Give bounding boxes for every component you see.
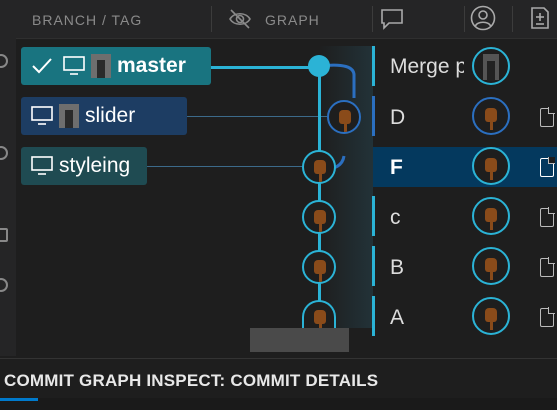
monitor-icon: [31, 156, 53, 175]
graph-commit-node[interactable]: [302, 150, 336, 184]
graph-commit-node[interactable]: [302, 200, 336, 234]
panel-title: COMMIT GRAPH INSPECT: COMMIT DETAILS: [4, 371, 379, 390]
commit-message[interactable]: c: [390, 206, 401, 230]
graph-column-header[interactable]: GRAPH: [265, 12, 320, 28]
author-avatar: [472, 97, 510, 135]
commit-message[interactable]: B: [390, 256, 404, 280]
check-icon: [32, 58, 52, 74]
commit-row-marker: [372, 196, 375, 236]
graph-header: BRANCH / TAG GRAPH: [16, 0, 557, 39]
commit-message[interactable]: D: [390, 106, 405, 130]
graph-commit-node[interactable]: [302, 300, 336, 328]
column-divider[interactable]: [211, 6, 212, 32]
column-divider[interactable]: [464, 6, 465, 32]
author-avatar: [472, 247, 510, 285]
branch-pill-styleing[interactable]: styleing: [21, 147, 147, 185]
branch-pill-slider[interactable]: slider: [21, 97, 187, 135]
activity-icon[interactable]: [0, 228, 8, 242]
branch-label: master: [117, 54, 186, 77]
author-avatar: [472, 147, 510, 185]
commit-message[interactable]: A: [390, 306, 404, 330]
graph-commit-node[interactable]: [302, 250, 336, 284]
branch-label: styleing: [59, 154, 131, 177]
comment-icon[interactable]: [380, 8, 404, 30]
graph-commit-node[interactable]: [327, 100, 361, 134]
activity-icon[interactable]: [0, 54, 8, 68]
account-icon[interactable]: [470, 5, 496, 31]
branch-connector-line: [147, 166, 302, 167]
horizontal-scrollbar[interactable]: [250, 328, 349, 352]
monitor-icon: [63, 56, 85, 75]
panel-title-bar: COMMIT GRAPH INSPECT: COMMIT DETAILS: [0, 358, 557, 399]
column-divider[interactable]: [512, 6, 513, 32]
commit-row-marker: [372, 246, 375, 286]
avatar: [91, 54, 111, 78]
file-icon[interactable]: [540, 107, 555, 127]
diff-icon[interactable]: [530, 6, 550, 30]
eye-off-icon[interactable]: [228, 8, 252, 30]
commit-row-marker: [372, 46, 375, 86]
activity-bar: [0, 0, 16, 356]
file-icon[interactable]: [540, 157, 555, 177]
branch-connector-line: [211, 66, 319, 69]
author-avatar: [472, 197, 510, 235]
active-tab-indicator: [0, 398, 38, 401]
graph-merge-node[interactable]: [308, 55, 330, 77]
bottom-tab-bar: [0, 398, 557, 410]
commit-message[interactable]: F: [390, 156, 403, 180]
file-icon[interactable]: [540, 207, 555, 227]
commit-message[interactable]: Merge p: [390, 55, 464, 79]
column-divider[interactable]: [372, 6, 373, 32]
avatar: [59, 104, 79, 128]
branch-tag-column-header[interactable]: BRANCH / TAG: [32, 12, 142, 28]
branch-connector-line: [187, 116, 327, 117]
author-avatar: [472, 47, 510, 85]
file-icon[interactable]: [540, 307, 555, 327]
activity-icon[interactable]: [0, 278, 8, 292]
author-avatar: [472, 297, 510, 335]
monitor-icon: [31, 106, 53, 125]
file-icon[interactable]: [540, 257, 555, 277]
commit-row-marker: [372, 96, 375, 136]
commit-row-marker: [372, 296, 375, 336]
branch-pill-master[interactable]: master: [21, 47, 211, 85]
branch-label: slider: [85, 104, 136, 127]
activity-icon[interactable]: [0, 146, 8, 160]
